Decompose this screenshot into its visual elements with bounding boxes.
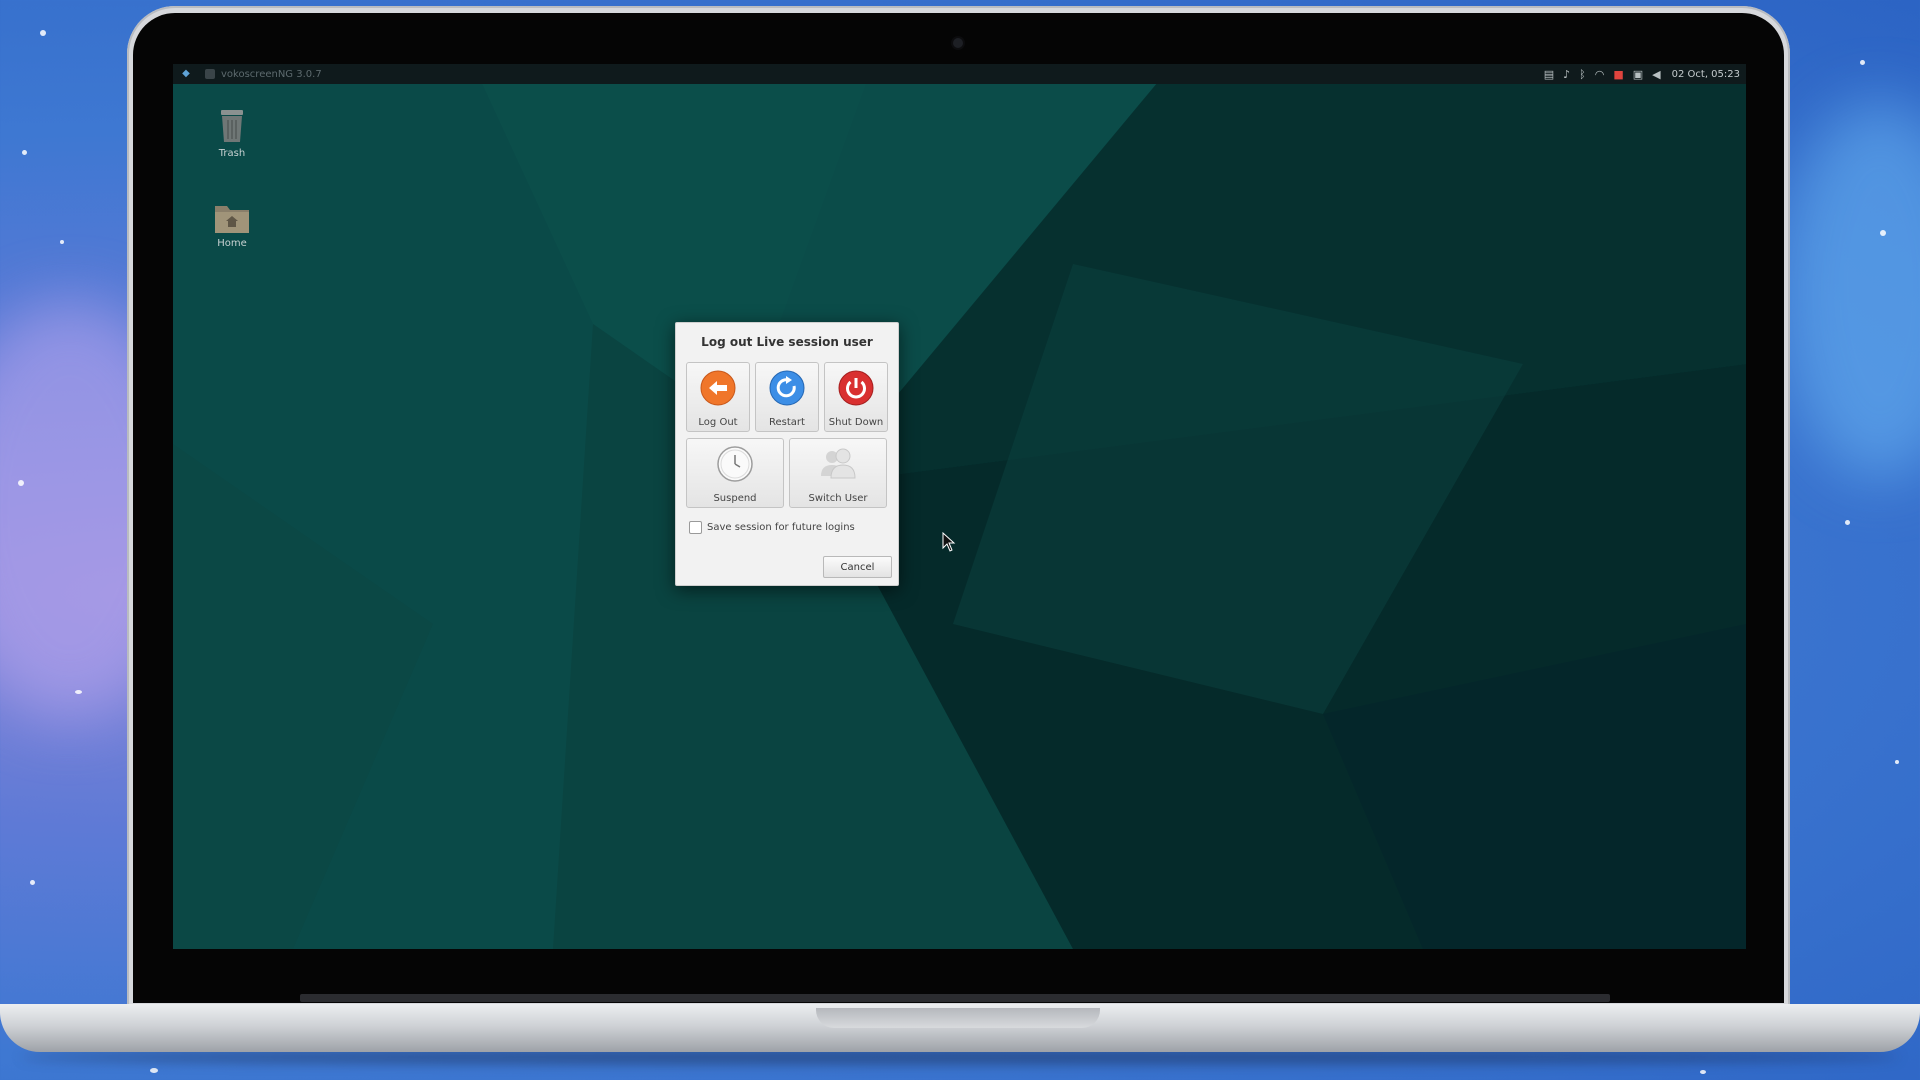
dialog-title: Log out Live session user xyxy=(701,335,873,349)
desktop-icon-trash[interactable]: Trash xyxy=(197,108,267,159)
sparkle xyxy=(150,1068,158,1073)
sparkle xyxy=(1895,760,1899,764)
app-menu-icon[interactable]: ◆ xyxy=(179,67,193,81)
wifi-icon[interactable]: ◠ xyxy=(1595,68,1605,81)
taskbar-item-label[interactable]: vokoscreenNG 3.0.7 xyxy=(221,69,322,80)
save-session-label[interactable]: Save session for future logins xyxy=(707,522,855,533)
sparkle xyxy=(1880,230,1886,236)
bezel-bottom-strip xyxy=(300,994,1610,1002)
lock-icon[interactable]: ▣ xyxy=(1633,68,1643,81)
cancel-button[interactable]: Cancel xyxy=(823,556,892,578)
system-tray: ▤ ♪ ᛒ ◠ ■ ▣ ◀ 02 Oct, 05:23 xyxy=(1544,64,1740,84)
top-panel: ◆ vokoscreenNG 3.0.7 ▤ ♪ ᛒ ◠ ■ ▣ ◀ 02 Oc… xyxy=(173,64,1746,84)
sparkle xyxy=(60,240,64,244)
clipboard-icon[interactable]: ▤ xyxy=(1544,68,1554,81)
shutdown-label: Shut Down xyxy=(828,417,884,428)
task-icon[interactable] xyxy=(205,69,215,79)
mouse-cursor-icon xyxy=(942,532,956,552)
bluetooth-icon[interactable]: ᛒ xyxy=(1579,68,1586,81)
desktop-screen: ◆ vokoscreenNG 3.0.7 ▤ ♪ ᛒ ◠ ■ ▣ ◀ 02 Oc… xyxy=(173,64,1746,949)
sparkle xyxy=(40,30,46,36)
restart-button[interactable]: Restart xyxy=(755,362,819,432)
sparkle xyxy=(30,880,35,885)
recording-icon[interactable]: ■ xyxy=(1613,68,1623,81)
power-icon xyxy=(838,370,874,406)
laptop-shadow xyxy=(20,1050,1900,1064)
sparkle xyxy=(75,690,82,694)
restart-icon xyxy=(769,370,805,406)
suspend-button[interactable]: Suspend xyxy=(686,438,784,508)
save-session-row[interactable]: Save session for future logins xyxy=(689,521,855,534)
sparkle xyxy=(22,150,27,155)
camera-icon xyxy=(953,38,963,48)
home-folder-icon xyxy=(215,206,249,233)
wallpaper xyxy=(173,64,1746,949)
switch-user-button[interactable]: Switch User xyxy=(789,438,887,508)
background-glow xyxy=(1780,100,1920,480)
desktop-icon-label: Home xyxy=(217,238,247,249)
logout-button[interactable]: Log Out xyxy=(686,362,750,432)
sparkle xyxy=(18,480,24,486)
clock[interactable]: 02 Oct, 05:23 xyxy=(1672,69,1740,80)
sparkle xyxy=(1860,60,1865,65)
laptop-notch xyxy=(816,1008,1100,1028)
logout-dialog: Log out Live session user Log Out Restar… xyxy=(675,322,899,586)
restart-label: Restart xyxy=(769,417,805,428)
volume-icon[interactable]: ◀ xyxy=(1652,68,1660,81)
switch-user-label: Switch User xyxy=(808,493,868,504)
clock-icon xyxy=(717,446,753,482)
users-icon xyxy=(821,448,856,479)
suspend-label: Suspend xyxy=(713,493,757,504)
logout-icon xyxy=(700,370,736,406)
desktop-icon-home[interactable]: Home xyxy=(197,202,267,249)
shutdown-button[interactable]: Shut Down xyxy=(824,362,888,432)
desktop-icon-label: Trash xyxy=(218,148,246,159)
save-session-checkbox[interactable] xyxy=(689,521,702,534)
logout-label: Log Out xyxy=(698,417,738,428)
sparkle xyxy=(1845,520,1850,525)
bell-icon[interactable]: ♪ xyxy=(1563,68,1570,81)
trash-icon xyxy=(221,110,243,142)
sparkle xyxy=(1700,1070,1706,1074)
